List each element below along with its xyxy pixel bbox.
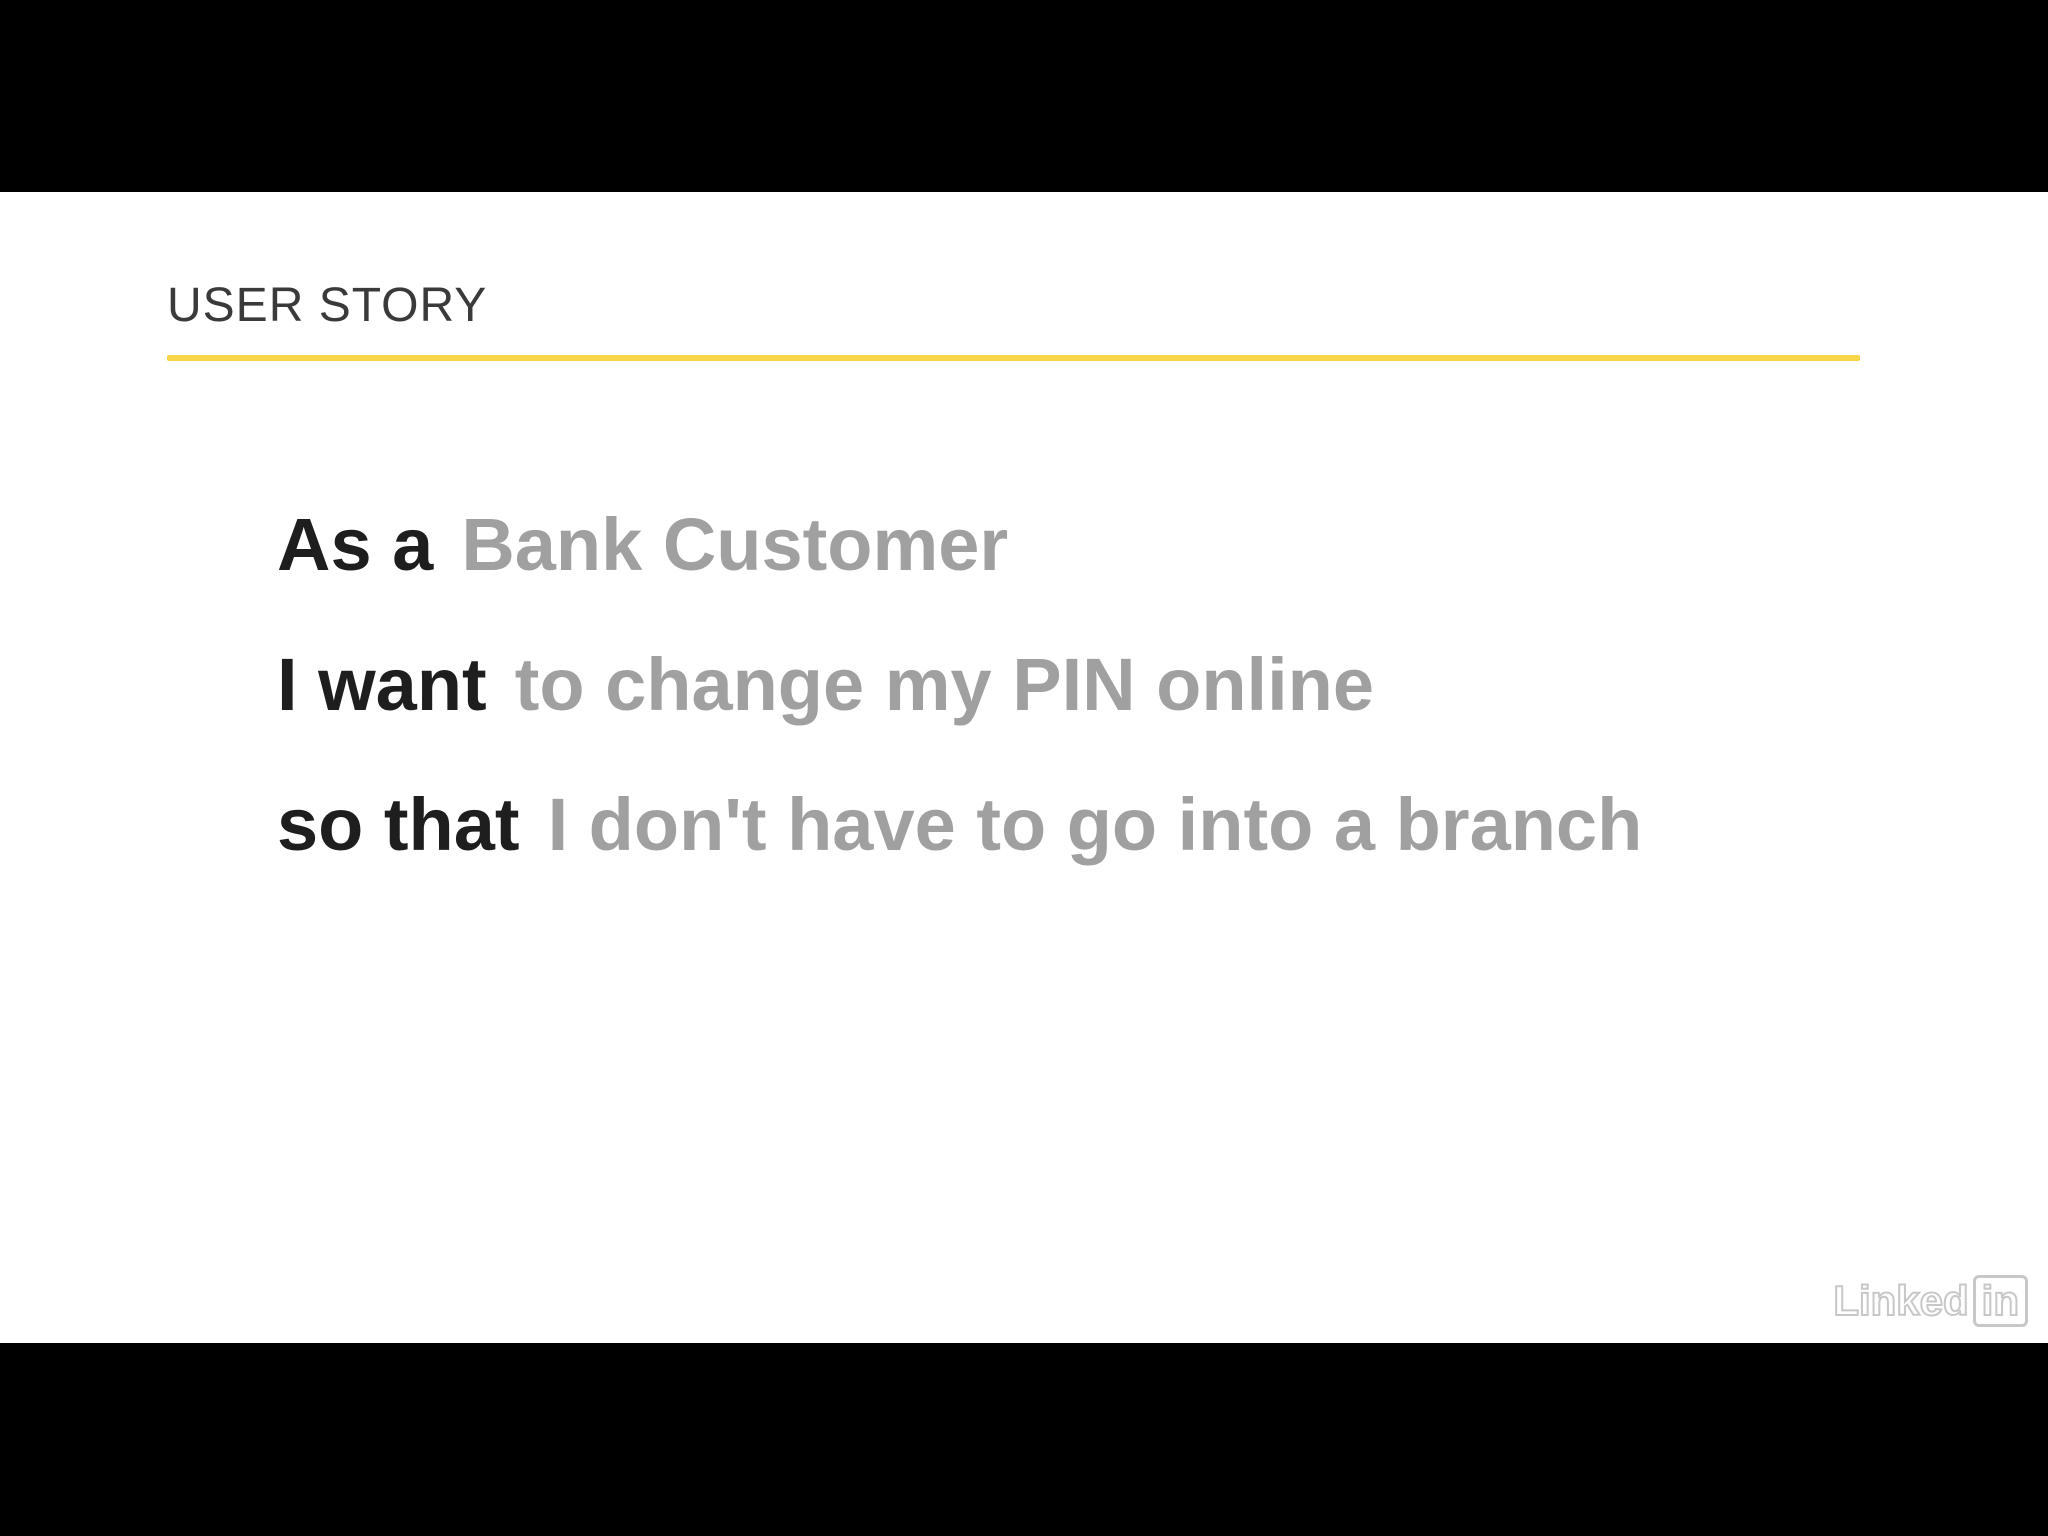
story-line-benefit: so that I don't have to go into a branch: [277, 755, 1642, 895]
letterbox-bottom: [0, 1343, 2048, 1536]
story-keyword-i-want: I want: [277, 643, 487, 726]
letterbox-top: [0, 0, 2048, 192]
story-value-benefit: I don't have to go into a branch: [547, 783, 1643, 866]
watermark-text: Linked: [1832, 1276, 1969, 1325]
slide: USER STORY As a Bank Customer I want to ch…: [0, 192, 2048, 1343]
story-value-role: Bank Customer: [461, 503, 1009, 586]
story-line-goal: I want to change my PIN online: [277, 615, 1642, 755]
story-keyword-so-that: so that: [277, 783, 520, 866]
linkedin-watermark-logo: Linked in: [1832, 1275, 2028, 1327]
story-keyword-as-a: As a: [277, 503, 434, 586]
story-value-goal: to change my PIN online: [514, 643, 1375, 726]
story-line-role: As a Bank Customer: [277, 475, 1642, 615]
watermark-box: in: [1972, 1275, 2028, 1327]
title-underline: [167, 355, 1860, 361]
section-title: USER STORY: [167, 279, 488, 332]
user-story: As a Bank Customer I want to change my PIN…: [277, 475, 1642, 895]
